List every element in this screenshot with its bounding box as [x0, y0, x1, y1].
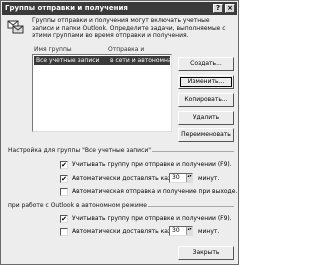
- edit-button[interactable]: Изменить...: [178, 75, 234, 89]
- offline-minutes-value: 30: [172, 227, 180, 234]
- include-group-f9-checkbox[interactable]: ✔: [60, 161, 68, 169]
- list-item[interactable]: Все учетные записи в сети и автономна: [34, 56, 172, 65]
- send-receive-icon: [7, 20, 24, 34]
- delete-button[interactable]: Удалить: [178, 111, 234, 125]
- offline-spinner-arrows-icon[interactable]: ▴▾: [186, 227, 192, 235]
- column-header-name: Имя группы: [34, 46, 72, 53]
- offline-include-group-f9-checkbox[interactable]: ✔: [60, 215, 68, 223]
- offline-auto-deliver-checkbox[interactable]: [60, 228, 68, 236]
- minutes-value: 30: [172, 174, 180, 181]
- auto-deliver-minutes-spinner[interactable]: 30 ▴▾: [169, 173, 193, 183]
- window-title: Группы отправки и получения: [5, 4, 128, 12]
- groups-list[interactable]: Все учетные записи в сети и автономна: [32, 54, 172, 132]
- group-name: Все учетные записи: [36, 57, 100, 64]
- send-receive-on-exit-checkbox[interactable]: [60, 188, 68, 196]
- spinner-arrows-icon[interactable]: ▴▾: [186, 174, 192, 182]
- help-button[interactable]: ?: [213, 4, 223, 13]
- intro-description: Группы отправки и получения могут включа…: [32, 17, 226, 39]
- send-receive-on-exit-label: Автоматическая отправка и получение при …: [72, 188, 238, 195]
- create-button[interactable]: Создать...: [178, 57, 234, 71]
- copy-button[interactable]: Копировать...: [178, 93, 234, 107]
- offline-include-group-f9-label: Учитывать группу при отправке и получени…: [72, 215, 232, 222]
- minutes-unit: минут.: [198, 175, 220, 182]
- close-button[interactable]: Закрыть: [178, 246, 234, 260]
- close-window-button[interactable]: ×: [225, 4, 235, 13]
- group-settings-label: Настройка для группы "Все учетные записи…: [7, 147, 153, 154]
- send-receive-groups-dialog: Группы отправки и получения ? × Группы о…: [0, 0, 239, 265]
- offline-settings-label: при работе с Outlook в автономном режиме: [7, 202, 148, 209]
- rename-button[interactable]: Переименовать: [178, 128, 234, 142]
- group-status: в сети и автономна: [110, 57, 172, 64]
- offline-minutes-unit: минут.: [198, 228, 220, 235]
- auto-deliver-checkbox[interactable]: ✔: [60, 175, 68, 183]
- title-bar: Группы отправки и получения ? ×: [2, 2, 237, 15]
- include-group-f9-label: Учитывать группу при отправке и получени…: [72, 161, 232, 168]
- offline-minutes-spinner[interactable]: 30 ▴▾: [169, 226, 193, 236]
